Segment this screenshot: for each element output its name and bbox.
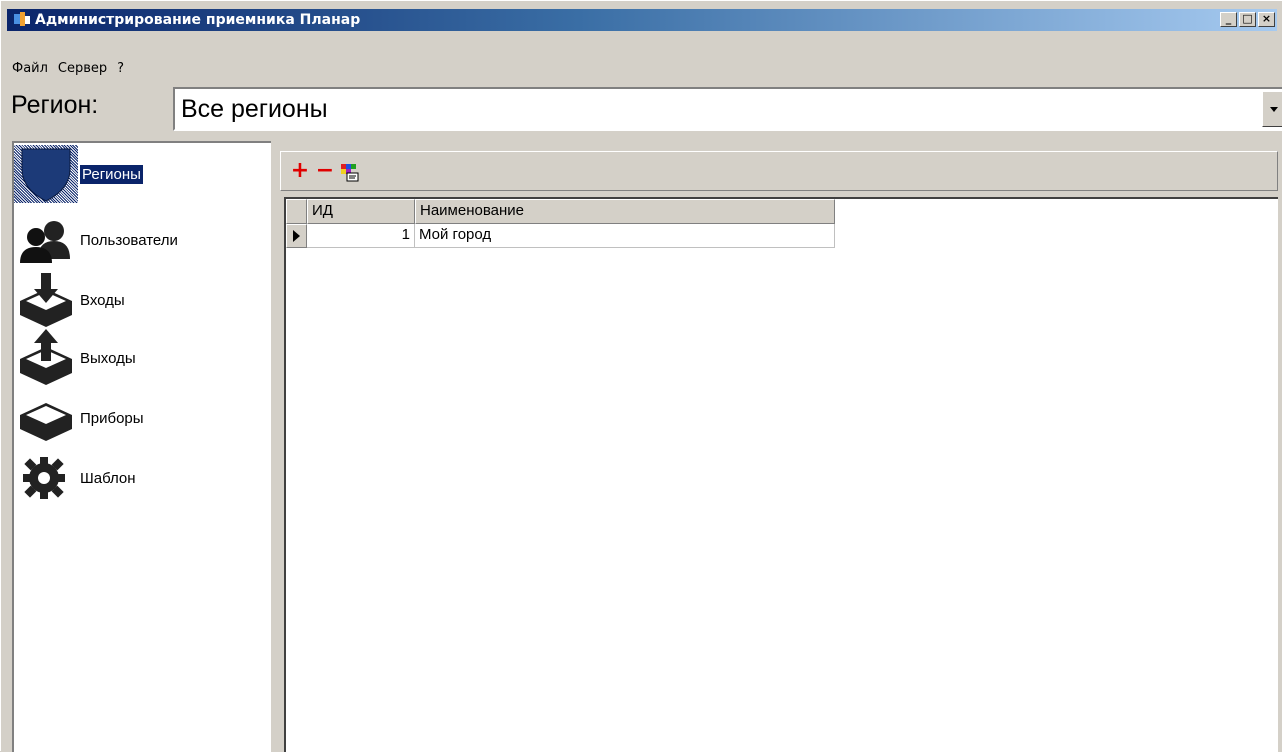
region-select[interactable]: Все регионы [173,87,1282,131]
users-icon [14,211,78,269]
plus-icon: + [290,158,310,183]
close-button[interactable]: × [1258,12,1275,27]
menu-bar: Файл Сервер ? [7,57,129,79]
palette-icon [341,164,359,182]
app-icon [13,12,31,28]
panel-splitter[interactable] [271,141,280,752]
box-out-icon [14,329,78,387]
current-row-indicator-icon [286,224,307,248]
row-header-corner [286,199,307,224]
grid-header: ИД Наименование [286,199,835,224]
region-dropdown-button[interactable] [1262,91,1282,127]
sidebar-item-label: Пользователи [80,231,178,249]
edit-colors-button[interactable] [339,161,361,183]
window-title: Администрирование приемника Планар [35,12,361,28]
region-label: Регион: [11,91,99,119]
minus-icon: − [315,158,335,183]
sidebar: Регионы Пользователи Входы Выходы Прибор… [12,141,271,752]
maximize-button[interactable]: □ [1239,12,1256,27]
add-button[interactable]: + [289,158,311,183]
menu-file[interactable]: Файл [7,61,53,76]
title-bar[interactable]: Администрирование приемника Планар _ □ × [7,9,1277,31]
table-row[interactable]: 1 Мой город [286,224,835,248]
remove-button[interactable]: − [314,158,336,183]
region-bar: Регион: Все регионы [7,85,1282,135]
box-icon [14,389,78,447]
sidebar-item-template[interactable]: Шаблон [14,449,271,507]
sidebar-item-label: Регионы [80,164,143,184]
data-grid: ИД Наименование 1 Мой город [284,197,1278,752]
sidebar-item-users[interactable]: Пользователи [14,211,271,269]
column-header-name[interactable]: Наименование [415,199,835,224]
gear-icon [14,449,78,507]
column-header-id[interactable]: ИД [307,199,415,224]
region-value: Все регионы [181,95,328,123]
shield-icon [14,145,78,203]
sidebar-item-devices[interactable]: Приборы [14,389,271,447]
menu-help[interactable]: ? [112,61,129,76]
sidebar-item-regions[interactable]: Регионы [14,145,271,203]
toolbar: + − [280,151,1278,191]
sidebar-item-label: Выходы [80,349,136,367]
cell-name[interactable]: Мой город [415,224,835,248]
sidebar-item-inputs[interactable]: Входы [14,271,271,329]
sidebar-item-label: Приборы [80,409,144,427]
sidebar-item-outputs[interactable]: Выходы [14,329,271,387]
main-panel: + − ИД Наименование 1 Мой город [280,151,1278,752]
main-window: Администрирование приемника Планар _ □ ×… [0,0,1282,752]
box-in-icon [14,271,78,329]
minimize-button[interactable]: _ [1220,12,1237,27]
menu-server[interactable]: Сервер [53,61,112,76]
sidebar-item-label: Шаблон [80,469,136,487]
sidebar-item-label: Входы [80,291,125,309]
cell-id[interactable]: 1 [307,224,415,248]
